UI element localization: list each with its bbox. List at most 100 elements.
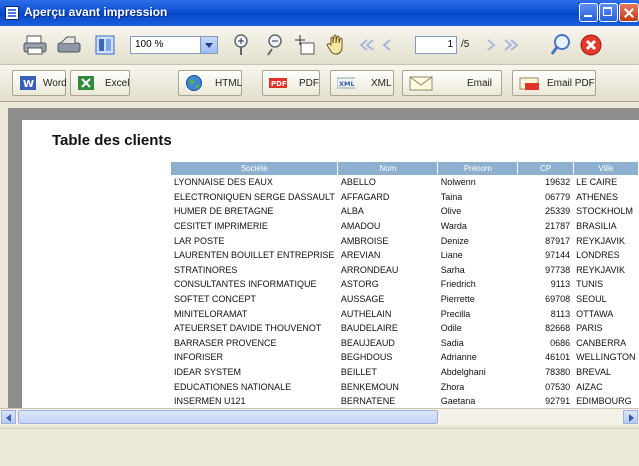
cell-prenom: Liane <box>440 250 463 261</box>
table-row: CONSULTANTES INFORMATIQUE ASTORG Friedrich… <box>171 277 639 292</box>
scroll-left-icon[interactable] <box>1 410 16 424</box>
cell-nom: BEAUJEAUD <box>340 337 395 348</box>
next-page-button[interactable] <box>482 32 500 58</box>
cell-ville: TUNIS <box>576 279 604 290</box>
export-xml-label: XML <box>371 78 392 89</box>
cell-prenom: Abdelghani <box>440 367 486 378</box>
scroll-thumb[interactable] <box>18 410 438 424</box>
close-window-button[interactable] <box>619 3 639 22</box>
select-tool-icon <box>295 35 315 55</box>
page-number-field[interactable]: 1 <box>415 36 457 54</box>
cell-societe: BARRASER PROVENCE <box>174 337 277 348</box>
column-header-ville: Ville <box>573 162 639 175</box>
cell-societe: SOFTET CONCEPT <box>174 294 256 305</box>
cell-prenom: Odile <box>440 323 462 334</box>
export-pdf-label: PDF <box>299 78 319 89</box>
export-toolbar: W Word Excel HTML PDF PDF XML XML Email … <box>0 65 639 102</box>
first-page-button[interactable] <box>358 32 376 58</box>
cell-societe: LAURENTEN BOUILLET ENTREPRISE <box>174 250 335 261</box>
last-page-button[interactable] <box>502 32 520 58</box>
cell-ville: OTTAWA <box>576 308 614 319</box>
cell-nom: ASTORG <box>340 279 379 290</box>
cell-ville: ATHENES <box>576 191 618 202</box>
cell-prenom: Warda <box>440 221 467 232</box>
title-bar[interactable]: Aperçu avant impression <box>0 0 639 26</box>
zoom-out-icon <box>267 34 282 56</box>
cell-societe: MINITELORAMAT <box>174 308 248 319</box>
close-preview-button[interactable] <box>578 32 604 58</box>
cell-societe: CONSULTANTES INFORMATIQUE <box>174 279 317 290</box>
cell-cp: 78380 <box>545 367 571 378</box>
column-header-cp: CP <box>517 162 574 175</box>
export-pdf-button[interactable]: PDF PDF <box>262 70 320 96</box>
cell-nom: BENKEMOUN <box>340 381 399 392</box>
column-header-nom: Nom <box>337 162 439 175</box>
cell-ville: STOCKHOLM <box>576 206 633 217</box>
email-icon <box>409 76 433 91</box>
horizontal-scrollbar[interactable] <box>0 408 639 425</box>
export-word-button[interactable]: W Word <box>12 70 67 96</box>
document-title: Table des clients <box>52 132 172 149</box>
hand-pan-button[interactable] <box>324 32 350 58</box>
cell-prenom: Nolwenn <box>440 177 476 188</box>
maximize-button[interactable] <box>599 3 618 22</box>
close-icon <box>580 34 602 56</box>
export-excel-button[interactable]: Excel <box>70 70 130 96</box>
table-row: STRATINORES ARRONDEAU Sarha 97738 REYKJAVIK <box>171 263 639 278</box>
print-icon <box>23 35 47 55</box>
table-row: INFORISER BEGHDOUS Adrianne 46101 WELLINGTON <box>171 350 639 365</box>
cell-ville: WELLINGTON <box>576 352 636 363</box>
cell-cp: 69708 <box>545 294 571 305</box>
cell-societe: LYONNAISE DES EAUX <box>174 177 273 188</box>
cell-ville: EDIMBOURG <box>576 396 632 407</box>
print-setup-button[interactable] <box>56 32 82 58</box>
cell-ville: SEOUL <box>576 294 607 305</box>
cell-ville: PARIS <box>576 323 603 334</box>
search-button[interactable] <box>548 32 574 58</box>
cell-cp: 9113 <box>550 279 571 290</box>
cell-nom: AFFAGARD <box>340 191 390 202</box>
cell-societe: INSERMEN U121 <box>174 396 246 407</box>
cell-nom: ALBA <box>340 206 364 217</box>
window-title: Aperçu avant impression <box>24 5 168 19</box>
cell-prenom: Pierrette <box>440 294 475 305</box>
table-row: INSERMEN U121 BERNATENE Gaetana 92791 EDIMBO… <box>171 394 639 409</box>
zoom-select[interactable]: 100 % <box>130 36 218 54</box>
cell-prenom: Precilla <box>440 308 471 319</box>
print-setup-icon <box>57 36 81 53</box>
cell-nom: BEILLET <box>340 367 377 378</box>
preview-toolbar: 100 % 1 /5 <box>0 26 639 65</box>
previous-page-button[interactable] <box>378 32 396 58</box>
cell-nom: AMBROISE <box>340 235 389 246</box>
export-email-button[interactable]: Email <box>402 70 502 96</box>
select-tool-button[interactable] <box>292 32 318 58</box>
export-email-pdf-button[interactable]: Email PDF <box>512 70 596 96</box>
page-layout-button[interactable] <box>92 32 118 58</box>
cell-nom: BERNATENE <box>340 396 396 407</box>
print-button[interactable] <box>22 32 48 58</box>
scroll-right-icon[interactable] <box>623 410 638 424</box>
export-html-button[interactable]: HTML <box>178 70 242 96</box>
search-icon <box>550 34 570 55</box>
print-preview-window: Aperçu avant impression 100 % 1 /5 W Wor… <box>0 0 639 466</box>
zoom-out-button[interactable] <box>262 32 288 58</box>
cell-prenom: Sarha <box>440 264 465 275</box>
cell-nom: ABELLO <box>340 177 376 188</box>
cell-cp: 97738 <box>545 264 571 275</box>
cell-prenom: Zhora <box>440 381 465 392</box>
export-xml-button[interactable]: XML XML <box>330 70 394 96</box>
cell-ville: REYKJAVIK <box>576 264 625 275</box>
cell-ville: REYKJAVIK <box>576 235 625 246</box>
cell-prenom: Olive <box>440 206 462 217</box>
column-header-prenom: Prénom <box>437 162 519 175</box>
cell-prenom: Friedrich <box>440 279 476 290</box>
cell-cp: 87917 <box>545 235 571 246</box>
cell-societe: IDEAR SYSTEM <box>174 367 242 378</box>
minimize-button[interactable] <box>579 3 598 22</box>
cell-nom: BEGHDOUS <box>340 352 393 363</box>
zoom-in-button[interactable] <box>228 32 254 58</box>
cell-cp: 46101 <box>545 352 571 363</box>
cell-ville: BRASILIA <box>576 221 617 232</box>
table-row: LYONNAISE DES EAUX ABELLO Nolwenn 19632 LE C… <box>171 175 639 190</box>
chevron-down-icon[interactable] <box>200 37 217 53</box>
